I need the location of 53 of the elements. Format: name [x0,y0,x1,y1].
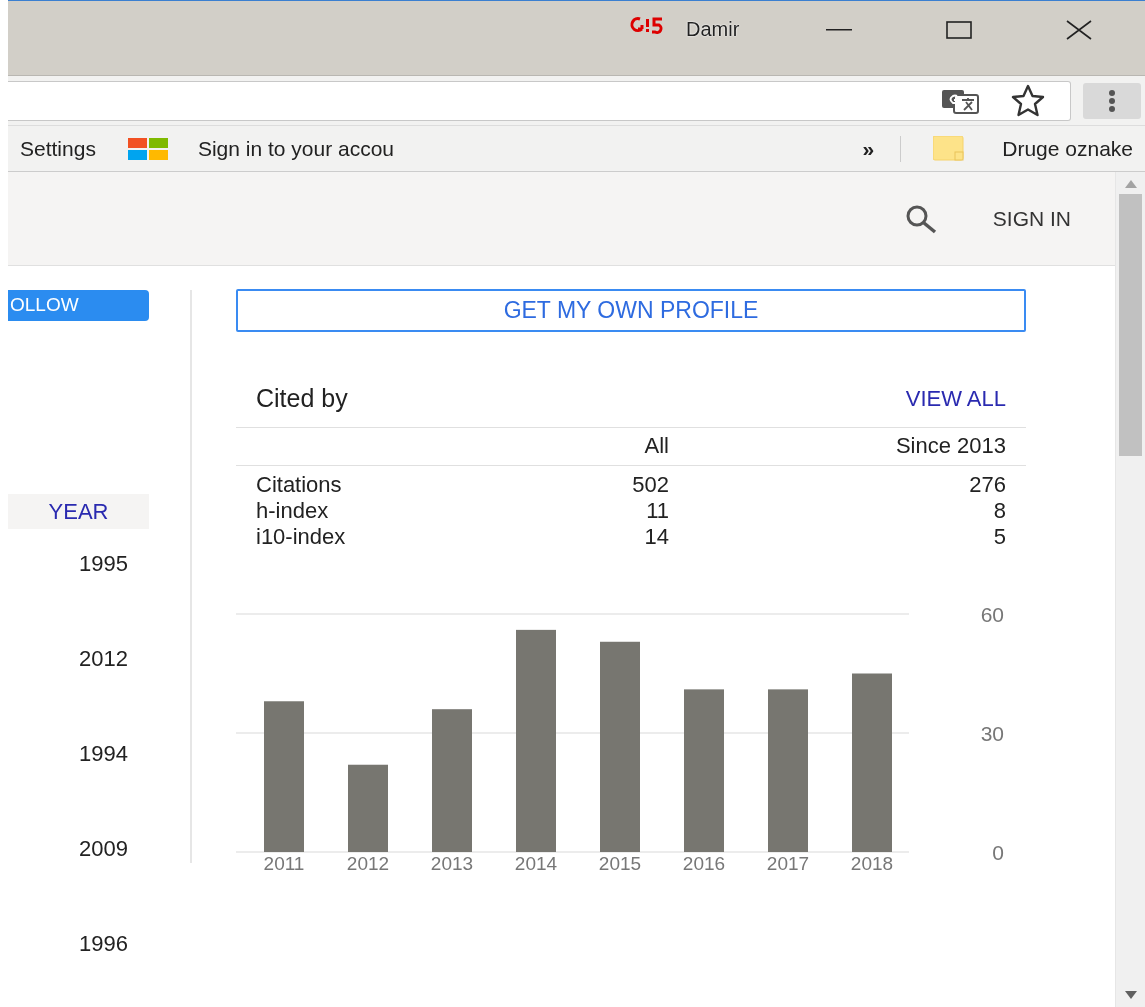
scroll-down-icon[interactable] [1125,991,1137,999]
star-icon[interactable] [1010,83,1046,118]
search-button[interactable] [904,203,937,234]
table-cell: 8 [993,497,1006,523]
axis-category-label: 2016 [682,852,726,874]
sign-in-button[interactable]: SIGN IN [992,202,1071,235]
axis-tick-label: 0 [992,840,1004,864]
table-cell: 5 [993,523,1006,549]
windows-logo-icon [127,137,168,160]
menu-button[interactable] [1083,82,1141,119]
user-name[interactable]: Damir [686,15,740,43]
table-cell: 11 [646,497,669,523]
bookmarks-overflow-button[interactable]: » [850,132,887,165]
axis-category-label: 2018 [850,852,894,874]
axis-category-label: 2015 [598,852,642,874]
translate-icon[interactable] [942,87,980,114]
search-icon [904,203,937,234]
table-cell: 502 [632,471,669,497]
axis-category-label: 2017 [766,852,810,874]
row-label: h-index [256,497,329,523]
row-label: Citations [256,471,342,497]
axis-category-label: 2012 [346,852,390,874]
axis-category-label: 2013 [430,852,474,874]
section-title: Cited by [256,382,348,414]
table-cell: 14 [644,523,669,549]
table-cell: 276 [969,471,1006,497]
year-text: 1994 [78,739,128,768]
year-text: 1995 [78,549,128,578]
maximize-icon [946,21,973,39]
get-profile-button[interactable]: GET MY OWN PROFILE [236,289,1026,332]
row-label: i10-index [256,523,346,549]
year-text: 2012 [78,644,128,673]
axis-tick-label: 30 [980,721,1004,745]
view-all-link[interactable]: VIEW ALL [905,382,1006,415]
bookmark-item[interactable]: Settings [8,132,108,165]
year-text: 2009 [78,834,128,863]
axis-category-label: 2014 [514,852,558,874]
other-bookmarks-button[interactable]: Druge oznake [921,132,1145,165]
column-header: All [566,428,669,465]
close-icon [1066,20,1093,40]
sort-by-year-button[interactable]: YEAR [8,493,149,529]
address-field[interactable] [8,80,1071,121]
column-header: Since 2013 [669,428,1026,465]
axis-tick-label: 60 [980,602,1004,626]
bookmark-item[interactable]: Sign in to your accou [115,132,406,165]
folder-icon [933,136,965,161]
scrollbar-thumb[interactable] [1119,194,1142,456]
axis-category-label: 2011 [263,852,305,874]
profile-badge-icon[interactable] [630,15,664,35]
more-icon [1108,88,1116,113]
scrollbar[interactable] [1115,172,1145,1007]
minimize-icon [826,29,853,31]
year-text: 1996 [78,929,128,958]
